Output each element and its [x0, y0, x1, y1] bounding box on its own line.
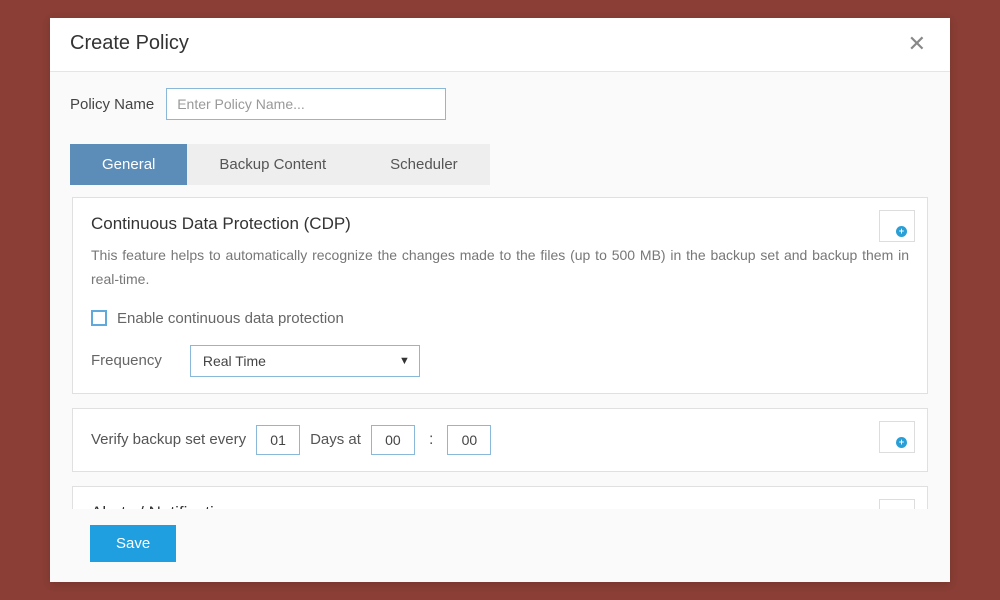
tab-general[interactable]: General — [70, 144, 187, 185]
close-button[interactable]: ✕ — [904, 33, 930, 55]
close-icon: ✕ — [908, 31, 926, 56]
cdp-title: Continuous Data Protection (CDP) — [91, 214, 909, 234]
modal-body: Policy Name General Backup Content Sched… — [50, 72, 950, 582]
cdp-description: This feature helps to automatically reco… — [91, 244, 909, 292]
modal-header: Create Policy ✕ — [50, 18, 950, 72]
policy-name-label: Policy Name — [70, 96, 154, 113]
policy-name-row: Policy Name — [70, 88, 930, 120]
tab-bar: General Backup Content Scheduler — [70, 144, 930, 185]
verify-text-1: Verify backup set every — [91, 431, 246, 448]
modal-title: Create Policy — [70, 32, 189, 55]
frequency-select[interactable]: Real Time — [190, 345, 420, 377]
policy-name-input[interactable] — [166, 88, 446, 120]
create-policy-modal: Create Policy ✕ Policy Name General Back… — [50, 18, 950, 582]
file-plus-icon: + — [890, 429, 904, 445]
tab-backup-content[interactable]: Backup Content — [187, 144, 358, 185]
verify-hour-input[interactable] — [371, 425, 415, 455]
verify-add-button[interactable]: + — [879, 421, 915, 453]
verify-days-input[interactable] — [256, 425, 300, 455]
alerts-title: Alerts / Notifications — [91, 503, 909, 509]
verify-minute-input[interactable] — [447, 425, 491, 455]
frequency-label: Frequency — [91, 352, 162, 369]
frequency-select-wrap: Real Time ▼ — [190, 345, 420, 377]
save-button[interactable]: Save — [90, 525, 176, 562]
verify-text-2: Days at — [310, 431, 361, 448]
frequency-row: Frequency Real Time ▼ — [91, 345, 909, 377]
verify-card: + Verify backup set every Days at : — [72, 408, 928, 472]
cdp-enable-checkbox[interactable] — [91, 310, 107, 326]
verify-row: Verify backup set every Days at : — [91, 425, 909, 455]
cdp-enable-row: Enable continuous data protection — [91, 310, 909, 327]
content-scroll[interactable]: + Continuous Data Protection (CDP) This … — [70, 185, 930, 509]
file-plus-icon: + — [890, 507, 904, 509]
file-plus-icon: + — [890, 218, 904, 234]
modal-footer: Save — [70, 509, 930, 582]
time-colon: : — [425, 431, 437, 449]
cdp-add-button[interactable]: + — [879, 210, 915, 242]
tab-scheduler[interactable]: Scheduler — [358, 144, 490, 185]
cdp-enable-label: Enable continuous data protection — [117, 310, 344, 327]
cdp-card: + Continuous Data Protection (CDP) This … — [72, 197, 928, 394]
alerts-add-button[interactable]: + — [879, 499, 915, 509]
alerts-card: + Alerts / Notifications — [72, 486, 928, 509]
